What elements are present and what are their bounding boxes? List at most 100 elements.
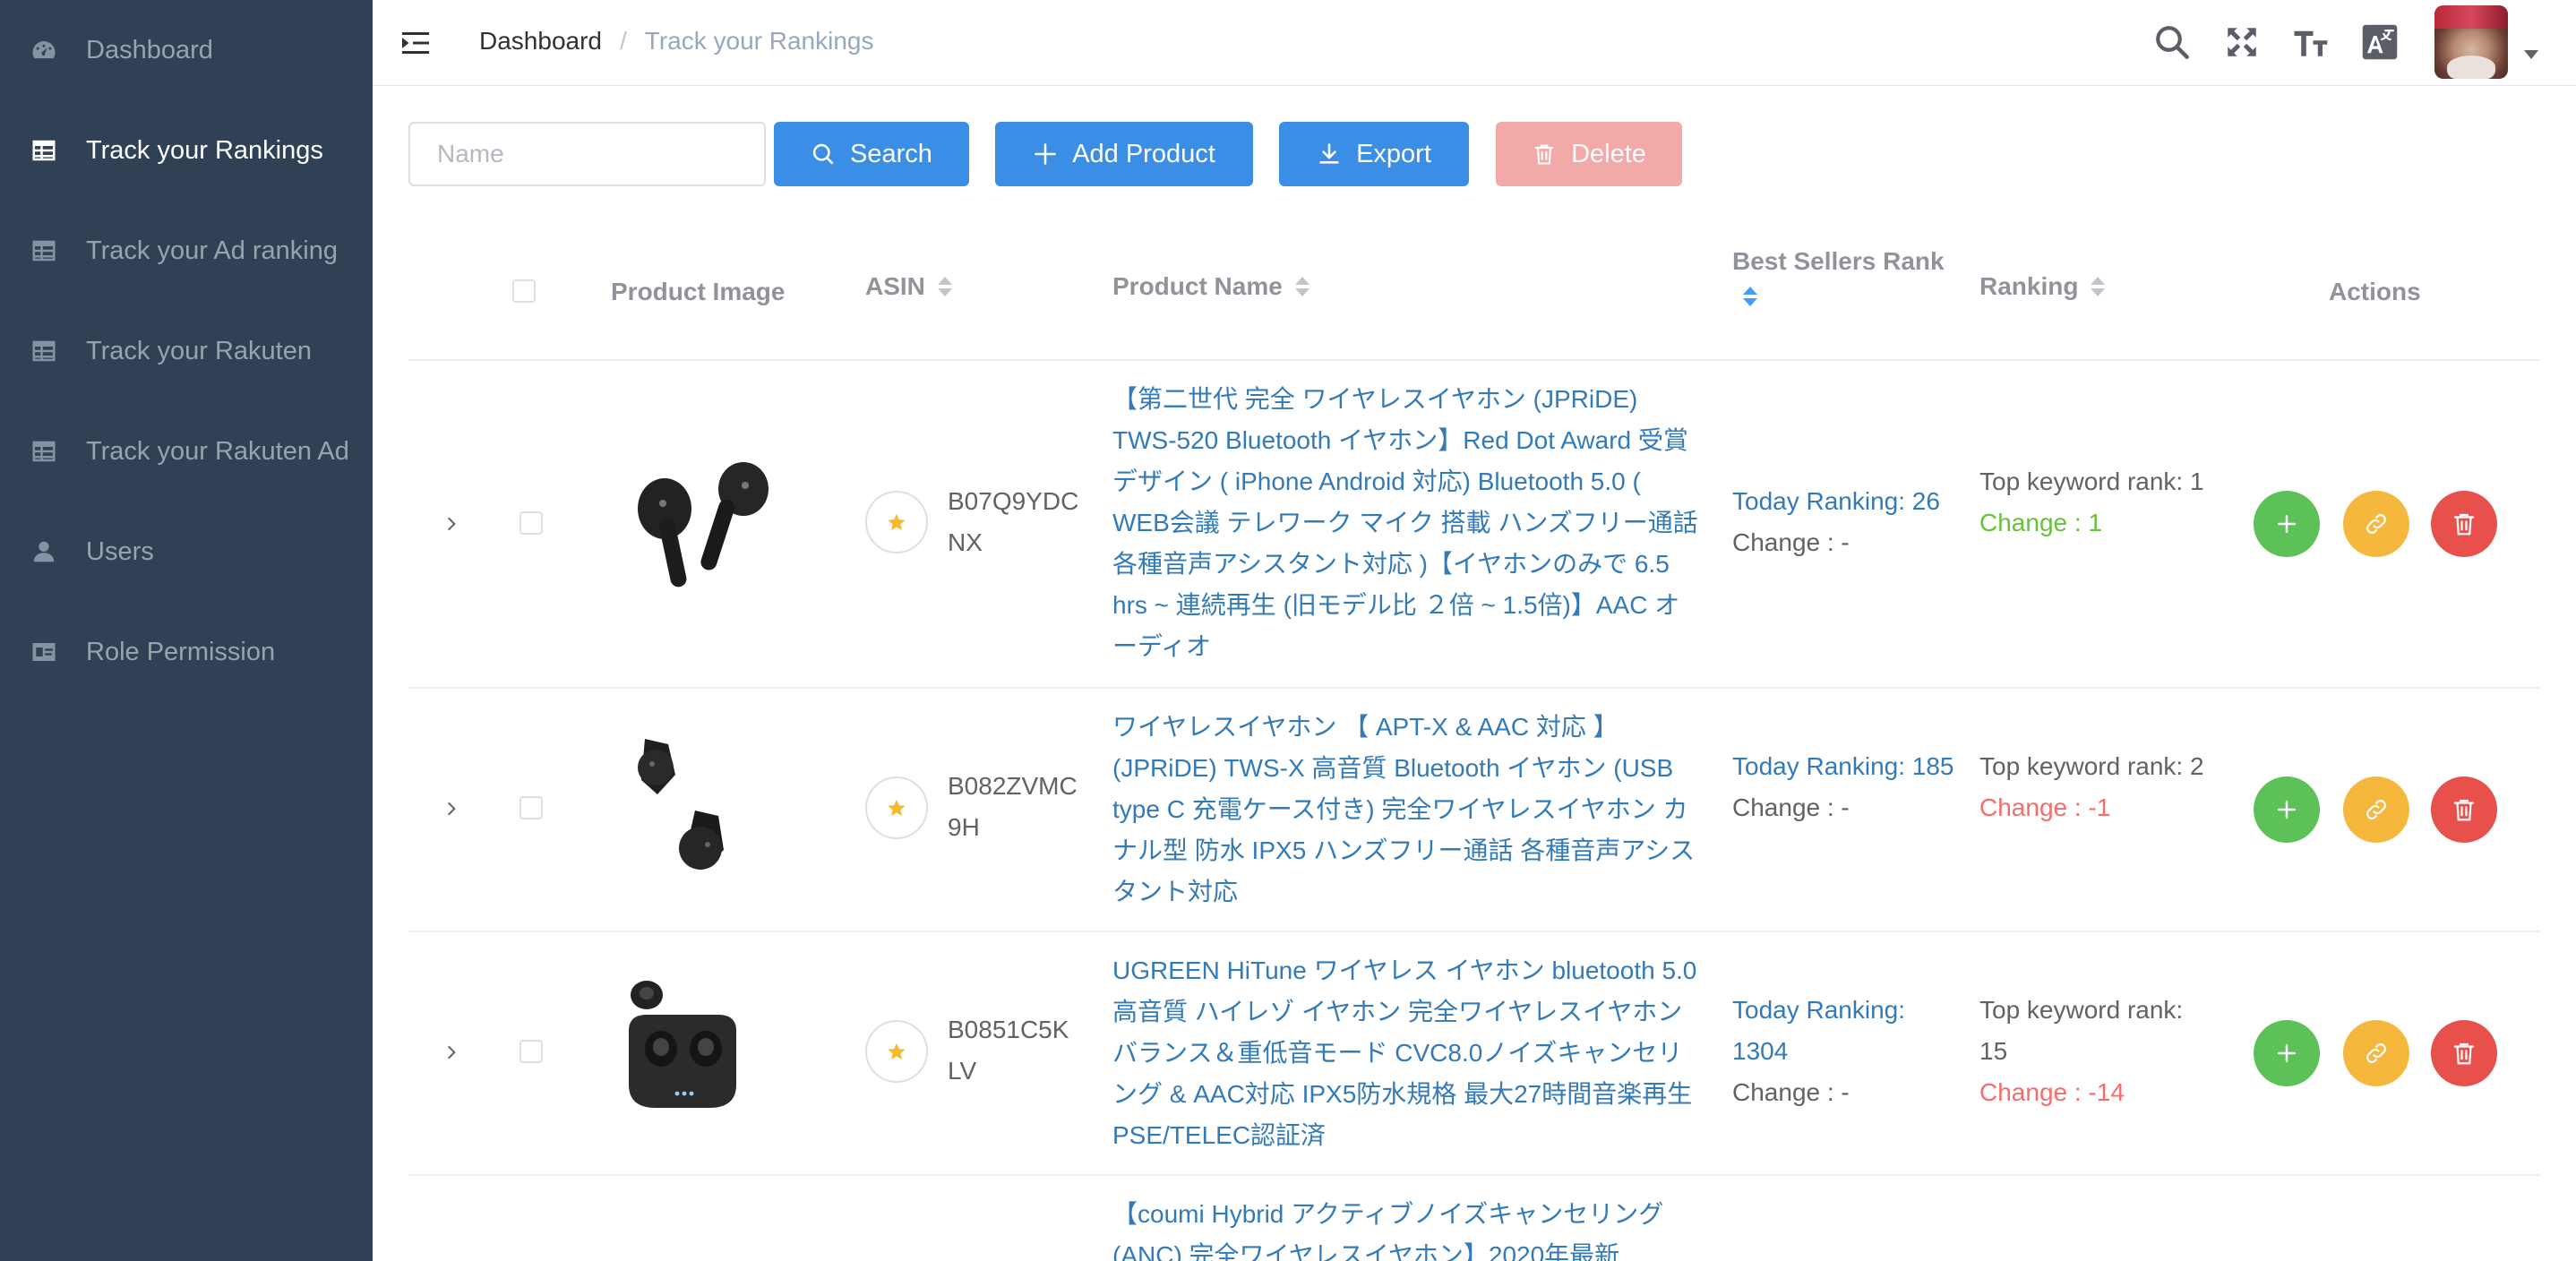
name-search-input[interactable] [408,122,766,186]
search-button-label: Search [850,139,932,168]
column-header-asin[interactable]: ASIN [865,272,952,301]
sidebar-item-users[interactable]: Users [0,502,373,602]
breadcrumb: Dashboard / Track your Rankings [479,27,873,56]
sort-icon[interactable] [937,277,952,296]
sidebar-item-role-permission[interactable]: Role Permission [0,602,373,702]
star-icon [888,799,906,817]
add-keyword-button[interactable] [2254,1020,2320,1086]
breadcrumb-current: Track your Rankings [644,27,874,55]
delete-button[interactable]: Delete [1496,122,1682,186]
search-icon[interactable] [2151,21,2193,63]
add-product-button-label: Add Product [1072,139,1215,168]
today-ranking: Today Ranking: 1304 [1732,996,1906,1065]
chevron-down-icon[interactable] [2524,50,2538,59]
user-icon [30,538,57,565]
font-size-icon[interactable] [2289,21,2331,63]
add-keyword-button[interactable] [2254,776,2320,843]
bsr-change: Change : - [1732,1078,1850,1106]
trash-icon [2453,1042,2475,1065]
sidebar-item-label: Track your Ad ranking [86,236,338,265]
delete-button-label: Delete [1571,139,1646,168]
sidebar-item-label: Track your Rakuten [86,336,312,365]
row-checkbox[interactable] [519,1040,543,1063]
avatar[interactable] [2434,5,2508,79]
add-product-button[interactable]: Add Product [995,122,1253,186]
link-button[interactable] [2343,491,2409,557]
sidebar-item-track-rakuten-ad[interactable]: Track your Rakuten Ad [0,401,373,502]
row-checkbox[interactable] [519,796,543,819]
translate-icon[interactable] [2359,21,2400,63]
product-image [620,977,745,1125]
top-keyword-rank: Top keyword rank: 1 [1979,468,2204,495]
bsr-cell: Today Ranking: 1304 Change : - [1732,990,1956,1113]
bsr-change: Change : - [1732,528,1850,556]
link-button[interactable] [2343,776,2409,843]
bsr-cell: Today Ranking: 185 Change : - [1732,746,1956,828]
today-ranking: Today Ranking: 26 [1732,487,1940,515]
link-button[interactable] [2343,1020,2409,1086]
sort-icon[interactable] [2091,277,2106,296]
table-row: 【coumi Hybrid アクティブノイズキャンセリング(ANC) 完全ワイヤ… [408,1176,2540,1261]
product-name-link[interactable]: ワイヤレスイヤホン 【 APT-X & AAC 対応 】(JPRiDE) TWS… [1112,707,1698,913]
link-icon [2366,1043,2386,1063]
sidebar: Dashboard Track your Rankings Track your… [0,0,373,1261]
delete-row-button[interactable] [2431,776,2497,843]
link-icon [2366,514,2386,534]
ranking-cell: Top keyword rank: 15 Change : -14 [1979,990,2212,1113]
add-keyword-button[interactable] [2254,491,2320,557]
favorite-star-button[interactable] [865,776,928,839]
hamburger-menu-icon[interactable] [399,27,432,59]
table-icon [30,338,57,365]
chevron-right-icon[interactable] [442,800,460,818]
column-header-ranking[interactable]: Ranking [1979,272,2106,301]
favorite-star-button[interactable] [865,491,928,553]
sidebar-item-track-ad-ranking[interactable]: Track your Ad ranking [0,201,373,301]
plus-icon [2278,801,2296,819]
sidebar-item-dashboard[interactable]: Dashboard [0,0,373,100]
table-row: B0851C5KLV UGREEN HiTune ワイヤレス イヤホン blue… [408,932,2540,1174]
bsr-cell: Today Ranking: 26 Change : - [1732,481,1956,563]
favorite-star-button[interactable] [865,1020,928,1083]
product-name-link[interactable]: UGREEN HiTune ワイヤレス イヤホン bluetooth 5.0 高… [1112,950,1698,1156]
delete-row-button[interactable] [2431,491,2497,557]
plus-icon [2278,1044,2296,1062]
plus-icon [2278,515,2296,533]
sidebar-item-label: Track your Rakuten Ad [86,436,349,466]
keyword-rank-change: Change : -14 [1979,1078,2125,1106]
trash-icon [1534,144,1554,165]
fullscreen-icon[interactable] [2221,21,2263,63]
sidebar-item-label: Dashboard [86,35,213,64]
sort-ascending-icon[interactable] [1743,287,1757,306]
column-header-actions: Actions [2329,278,2421,305]
sidebar-item-label: Role Permission [86,637,276,666]
star-icon [888,1042,906,1060]
table-icon [30,438,57,465]
chevron-right-icon[interactable] [442,515,460,533]
product-image [620,446,790,603]
product-image [620,732,745,888]
export-button[interactable]: Export [1279,122,1469,186]
keyword-rank-change: Change : 1 [1979,509,2102,536]
product-name-link[interactable]: 【coumi Hybrid アクティブノイズキャンセリング(ANC) 完全ワイヤ… [1112,1194,1698,1261]
row-checkbox[interactable] [519,511,543,535]
star-icon [888,513,906,531]
breadcrumb-home[interactable]: Dashboard [479,27,602,56]
delete-row-button[interactable] [2431,1020,2497,1086]
product-name-link[interactable]: 【第二世代 完全 ワイヤレスイヤホン (JPRiDE) TWS-520 Blue… [1112,379,1698,667]
sidebar-item-track-rakuten[interactable]: Track your Rakuten [0,301,373,401]
select-all-checkbox[interactable] [512,279,536,303]
navbar: Dashboard / Track your Rankings [373,0,2576,86]
keyword-rank-change: Change : -1 [1979,793,2111,821]
column-header-product-name[interactable]: Product Name [1112,272,1309,301]
table-row: B082ZVMC9H ワイヤレスイヤホン 【 APT-X & AAC 対応 】(… [408,689,2540,931]
sidebar-item-track-rankings[interactable]: Track your Rankings [0,100,373,201]
ranking-cell: Top keyword rank: 2 Change : -1 [1979,746,2212,828]
asin-cell: B07Q9YDCNX [948,487,1079,556]
search-button[interactable]: Search [774,122,969,186]
chevron-right-icon[interactable] [442,1043,460,1061]
export-button-label: Export [1356,139,1431,168]
table-row: B07Q9YDCNX 【第二世代 完全 ワイヤレスイヤホン (JPRiDE) T… [408,361,2540,687]
sort-icon[interactable] [1294,277,1309,296]
column-header-best-sellers-rank[interactable]: Best Sellers Rank [1732,247,1945,306]
top-keyword-rank: Top keyword rank: 2 [1979,752,2204,780]
